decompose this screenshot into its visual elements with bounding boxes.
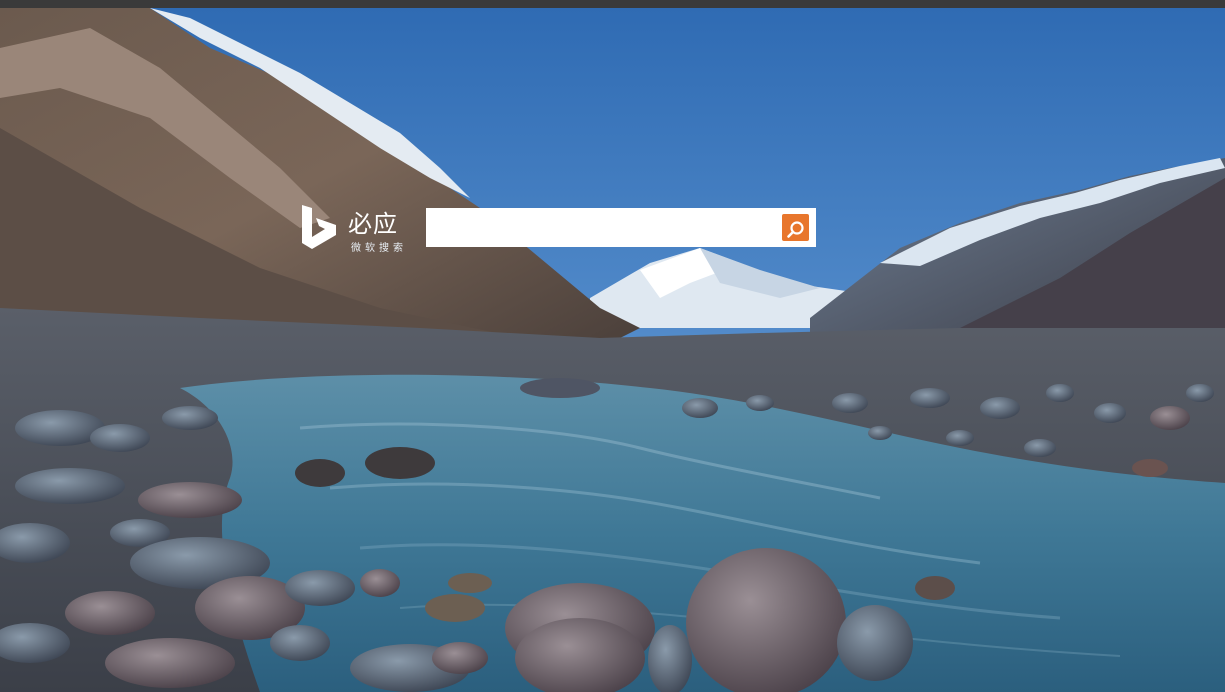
window-top-bar	[0, 0, 1225, 8]
bing-brand[interactable]: 必应 微软搜索	[300, 205, 415, 261]
bing-homepage: 必应 微软搜索	[0, 0, 1225, 692]
search-button[interactable]	[782, 214, 809, 241]
search-input[interactable]	[426, 208, 776, 247]
bing-logo-icon	[300, 205, 340, 249]
brand-name: 必应	[348, 210, 398, 238]
search-box	[426, 208, 816, 247]
background-photo	[0, 8, 1225, 692]
brand-subtitle: 微软搜索	[351, 243, 407, 254]
search-icon	[782, 220, 809, 239]
